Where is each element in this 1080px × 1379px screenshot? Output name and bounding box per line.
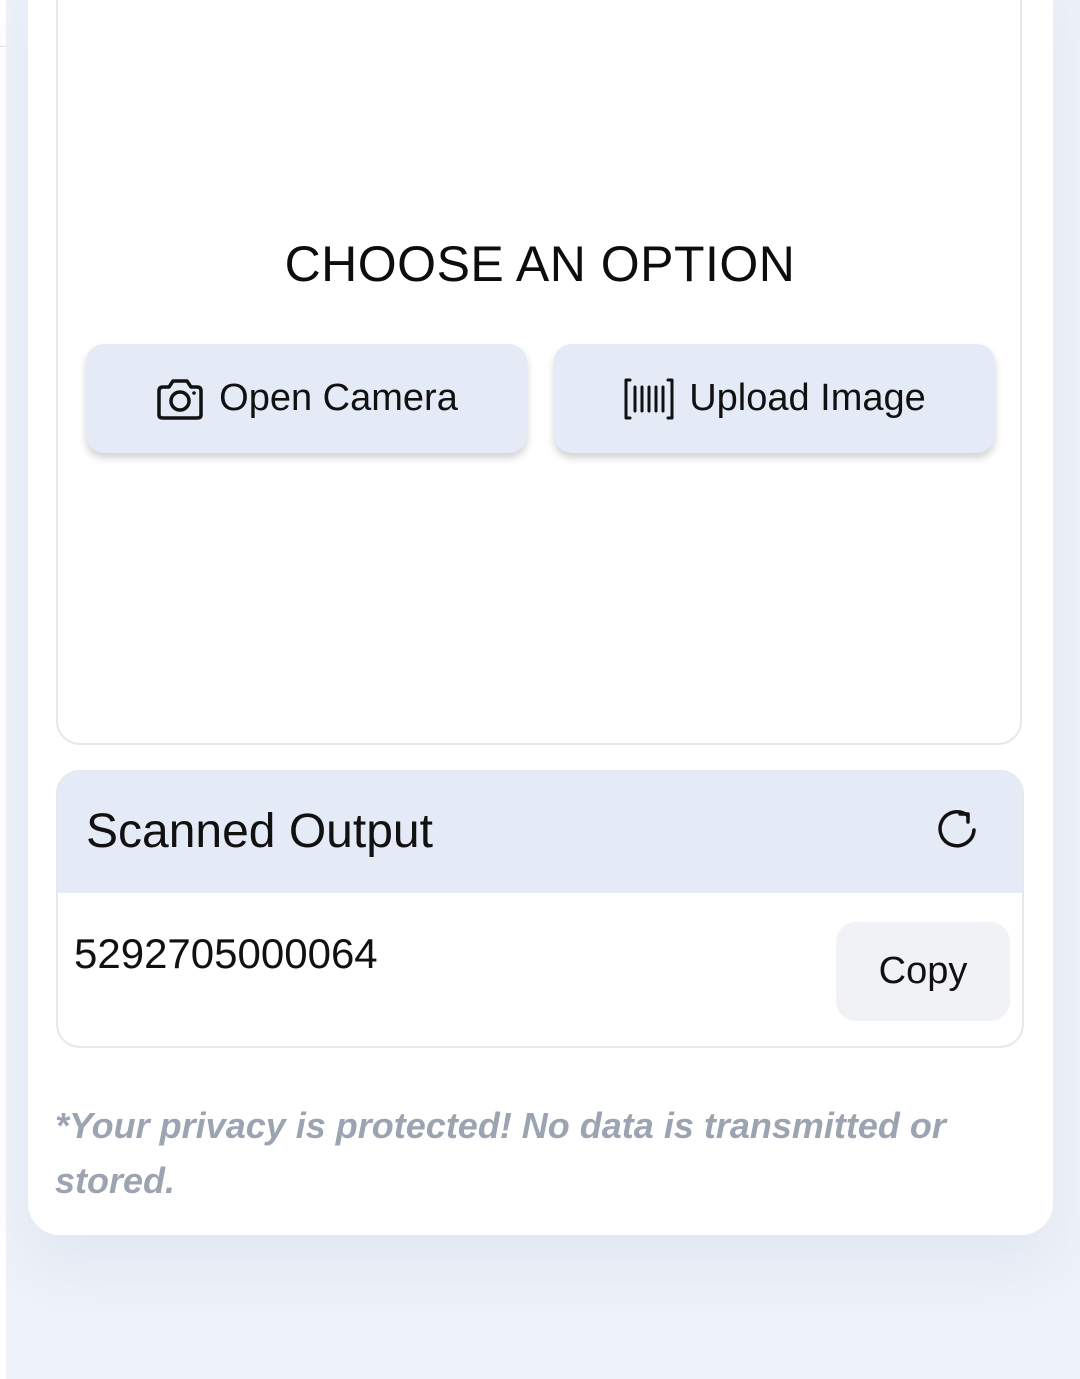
- camera-icon: [155, 377, 205, 421]
- scanned-output-header: Scanned Output: [58, 772, 1022, 893]
- choose-option-title: CHOOSE AN OPTION: [284, 236, 796, 292]
- upload-image-label: Upload Image: [689, 377, 926, 419]
- upload-image-button[interactable]: Upload Image: [554, 344, 995, 453]
- scanned-output-panel: Scanned Output 5292705000064 Copy: [56, 770, 1024, 1048]
- refresh-icon: [932, 806, 982, 861]
- open-camera-button[interactable]: Open Camera: [86, 344, 527, 453]
- copy-button[interactable]: Copy: [836, 922, 1010, 1021]
- refresh-button[interactable]: [930, 806, 984, 860]
- left-edge-strip: [0, 0, 6, 1379]
- scanned-value: 5292705000064: [74, 930, 378, 977]
- open-camera-label: Open Camera: [219, 377, 458, 419]
- barcode-icon: [623, 377, 675, 421]
- privacy-note: *Your privacy is protected! No data is t…: [55, 1105, 946, 1201]
- scanned-output-title: Scanned Output: [86, 805, 433, 858]
